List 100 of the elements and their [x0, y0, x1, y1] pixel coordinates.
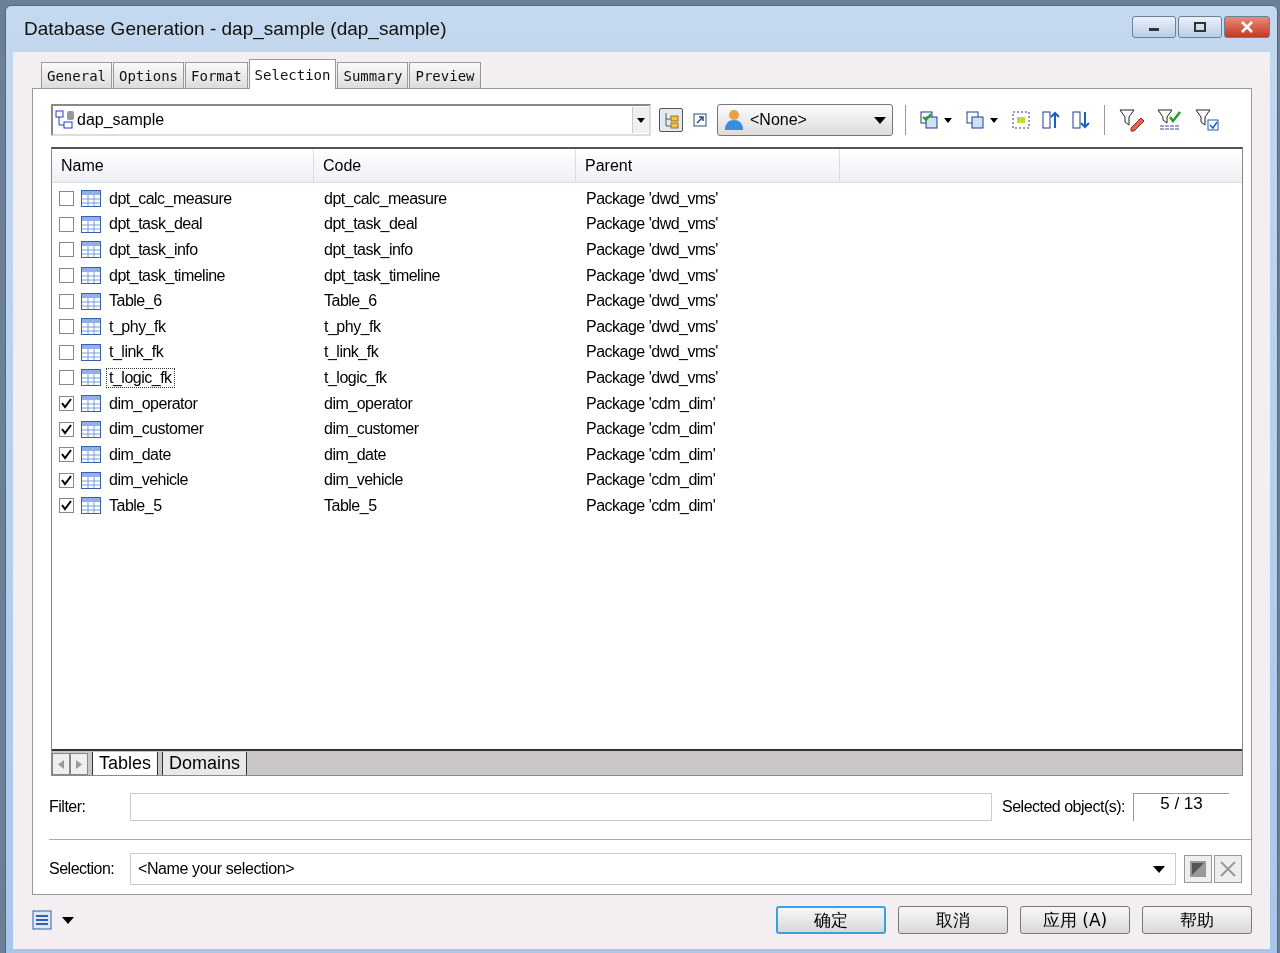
move-up-icon[interactable]: [1040, 108, 1062, 132]
shortcut-icon[interactable]: [691, 111, 709, 129]
sheet-tab[interactable]: Tables: [92, 752, 159, 775]
left-arrow-icon: [58, 759, 64, 769]
table-cell[interactable]: t_link_fk: [106, 342, 167, 363]
table-cell[interactable]: Table_5: [106, 495, 165, 516]
table-cell-text: Package 'cdm_dim': [585, 394, 716, 413]
table-cell[interactable]: dpt_calc_measure: [106, 188, 235, 209]
selection-dropdown[interactable]: <Name your selection>: [130, 853, 1176, 885]
caret-icon[interactable]: [62, 916, 74, 924]
caret-icon[interactable]: [944, 117, 952, 123]
table-cell[interactable]: dpt_task_info: [106, 240, 201, 260]
table-cell[interactable]: dpt_task_timeline: [106, 265, 228, 286]
table-icon: [81, 446, 101, 464]
column-header[interactable]: Parent: [576, 149, 840, 182]
close-icon: [1240, 21, 1254, 33]
table-cell-text: t_link_fk: [323, 343, 380, 362]
model-icon: [55, 110, 77, 130]
table-icon: [81, 318, 101, 336]
deselect-all-icon[interactable]: [964, 109, 986, 131]
table-cell-text: Package 'dwd_vms': [585, 266, 718, 285]
table-cell-text: t_logic_fk: [323, 368, 388, 387]
save-icon: [1189, 860, 1207, 878]
caret-icon: [1153, 865, 1165, 873]
checkbox[interactable]: [59, 191, 74, 207]
tab[interactable]: Summary: [337, 62, 409, 88]
hierarchy-toggle-icon[interactable]: [659, 108, 683, 132]
checkbox[interactable]: [59, 498, 74, 514]
sheet-tab[interactable]: Domains: [162, 752, 248, 775]
table-cell-text: Package 'cdm_dim': [585, 445, 716, 464]
table-cell[interactable]: t_logic_fk: [106, 367, 175, 388]
checkbox[interactable]: [59, 421, 74, 437]
tab[interactable]: Options: [113, 62, 185, 88]
table-cell[interactable]: dim_customer: [106, 419, 207, 440]
table-cell-text: Package 'dwd_vms': [585, 241, 718, 259]
close-button[interactable]: [1224, 16, 1270, 38]
table-cell-text: Package 'dwd_vms': [585, 343, 718, 362]
table-icon: [81, 369, 101, 387]
owner-dropdown[interactable]: <None>: [717, 104, 893, 136]
table-icon: [81, 395, 101, 413]
table-icon: [81, 292, 101, 310]
checkbox[interactable]: [59, 370, 74, 386]
dialog-button[interactable]: 帮助: [1142, 906, 1252, 934]
table-cell-text: dpt_calc_measure: [323, 189, 448, 208]
scroll-right-button[interactable]: [70, 753, 88, 775]
table-icon: [81, 471, 101, 489]
checkbox[interactable]: [59, 447, 74, 463]
table-cell-text: dim_operator: [323, 394, 414, 413]
column-header[interactable]: Name: [52, 149, 314, 182]
checkbox[interactable]: [59, 242, 74, 258]
tab[interactable]: Preview: [409, 62, 481, 88]
dialog-button[interactable]: 确定: [776, 906, 886, 934]
scroll-left-button[interactable]: [52, 753, 70, 775]
table-cell[interactable]: Table_6: [106, 291, 165, 312]
print-options-icon[interactable]: [32, 909, 54, 931]
checkbox[interactable]: [59, 293, 74, 309]
tab[interactable]: General: [41, 62, 112, 88]
table-cell-text: Package 'cdm_dim': [585, 420, 716, 439]
table-cell[interactable]: t_phy_fk: [106, 316, 169, 337]
table-cell-text: Package 'dwd_vms': [585, 368, 718, 387]
caret-icon[interactable]: [990, 117, 998, 123]
table-icon: [81, 420, 101, 438]
filter-edit-icon[interactable]: [1117, 106, 1147, 134]
selection-frame-icon[interactable]: [1010, 109, 1032, 131]
minimize-button[interactable]: [1132, 16, 1176, 38]
table-cell[interactable]: dim_vehicle: [106, 470, 191, 491]
select-all-icon[interactable]: [918, 109, 940, 131]
table-icon: [81, 267, 101, 285]
filter-field[interactable]: [130, 793, 992, 821]
tab[interactable]: Format: [185, 62, 248, 88]
table-cell-text: dim_date: [323, 445, 387, 464]
user-icon: [724, 109, 744, 131]
table-cell[interactable]: dim_date: [106, 444, 174, 465]
maximize-button[interactable]: [1178, 16, 1222, 38]
table-cell[interactable]: dpt_task_deal: [106, 214, 206, 235]
tab[interactable]: Selection: [248, 59, 337, 89]
move-down-icon[interactable]: [1070, 108, 1092, 132]
selected-count-value: 5 / 13: [1133, 793, 1229, 821]
caret-icon: [874, 116, 886, 124]
selected-count-label: Selected object(s):: [1002, 798, 1125, 816]
checkbox[interactable]: [59, 268, 74, 284]
column-header[interactable]: Code: [314, 149, 576, 182]
checkbox[interactable]: [59, 344, 74, 360]
table-icon: [81, 343, 101, 361]
checkbox[interactable]: [59, 396, 74, 412]
dialog-button[interactable]: 取消: [898, 906, 1008, 934]
table-cell[interactable]: dim_operator: [106, 393, 201, 414]
table-cell-text: dpt_task_deal: [323, 215, 419, 234]
delete-icon: [1219, 860, 1237, 878]
model-dropdown[interactable]: dap_sample: [51, 104, 651, 136]
dialog-button[interactable]: 应用 (A): [1020, 906, 1130, 934]
maximize-icon: [1193, 22, 1207, 32]
checkbox[interactable]: [59, 216, 74, 232]
table-cell-text: Table_5: [323, 496, 378, 515]
save-selection-button[interactable]: [1184, 855, 1212, 883]
table-icon: [81, 190, 101, 208]
checkbox[interactable]: [59, 319, 74, 335]
checkbox[interactable]: [59, 472, 74, 488]
window-title: Database Generation - dap_sample (dap_sample): [23, 18, 447, 40]
table-icon: [81, 215, 101, 233]
